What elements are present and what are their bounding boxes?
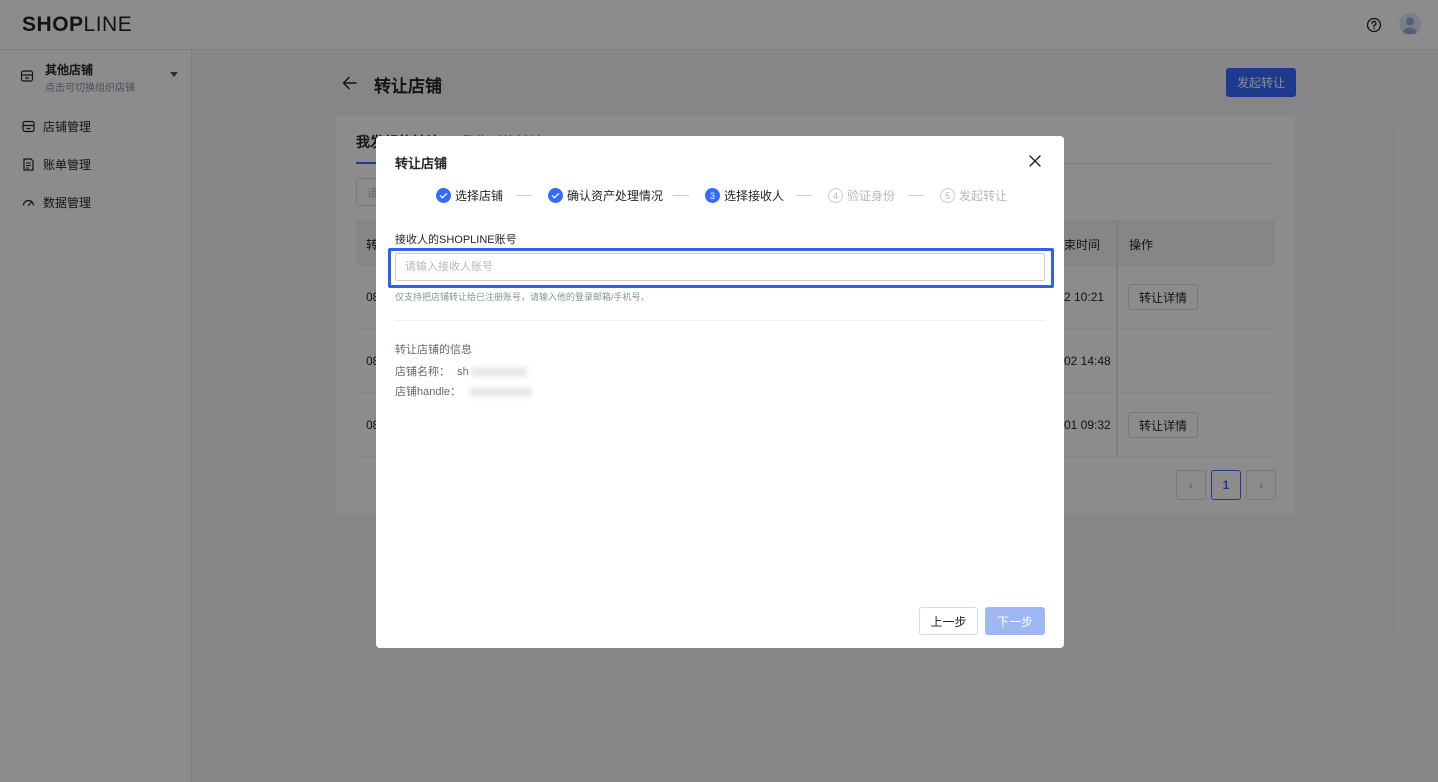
step-label: 选择接收人	[724, 189, 785, 203]
step-select-store: 选择店铺	[436, 187, 503, 204]
step-connector	[516, 195, 532, 196]
store-name-row: 店铺名称： sh	[395, 363, 527, 379]
store-name-label: 店铺名称：	[395, 366, 450, 378]
step-connector	[796, 195, 812, 196]
step-label: 发起转让	[959, 189, 1008, 203]
recipient-account-input[interactable]	[395, 253, 1045, 281]
store-name-value: sh	[457, 366, 469, 378]
step-connector	[908, 195, 924, 196]
step-label: 确认资产处理情况	[567, 189, 664, 203]
redacted-text	[470, 368, 527, 377]
check-icon	[436, 188, 451, 203]
recipient-account-label: 接收人的SHOPLINE账号	[395, 234, 517, 246]
close-icon[interactable]	[1028, 154, 1042, 168]
redacted-text	[470, 388, 533, 397]
store-handle-row: 店铺handle：	[395, 383, 533, 399]
section-divider	[395, 320, 1045, 321]
previous-step-button[interactable]: 上一步	[919, 607, 978, 635]
step-number: 4	[828, 188, 843, 203]
dialog-title: 转让店铺	[395, 156, 448, 171]
step-number: 5	[940, 188, 955, 203]
step-label: 选择店铺	[455, 189, 504, 203]
step-confirm-assets: 确认资产处理情况	[548, 187, 663, 204]
step-number: 3	[705, 188, 720, 203]
step-initiate-transfer: 5 发起转让	[940, 187, 1007, 204]
recipient-account-hint: 仅支持把店铺转让给已注册账号，请输入他的登录邮箱/手机号。	[395, 292, 650, 302]
step-select-recipient: 3 选择接收人	[705, 187, 784, 204]
transfer-store-dialog: 转让店铺 选择店铺 确认资产处理情况 3 选择接收人 4 验证身份 5 发起转让…	[376, 136, 1064, 648]
store-info-title: 转让店铺的信息	[395, 344, 472, 356]
next-step-button[interactable]: 下一步	[985, 607, 1045, 635]
step-verify-identity: 4 验证身份	[828, 187, 895, 204]
store-handle-label: 店铺handle：	[395, 386, 462, 398]
step-connector	[673, 195, 689, 196]
check-icon	[548, 188, 563, 203]
step-label: 验证身份	[847, 189, 896, 203]
